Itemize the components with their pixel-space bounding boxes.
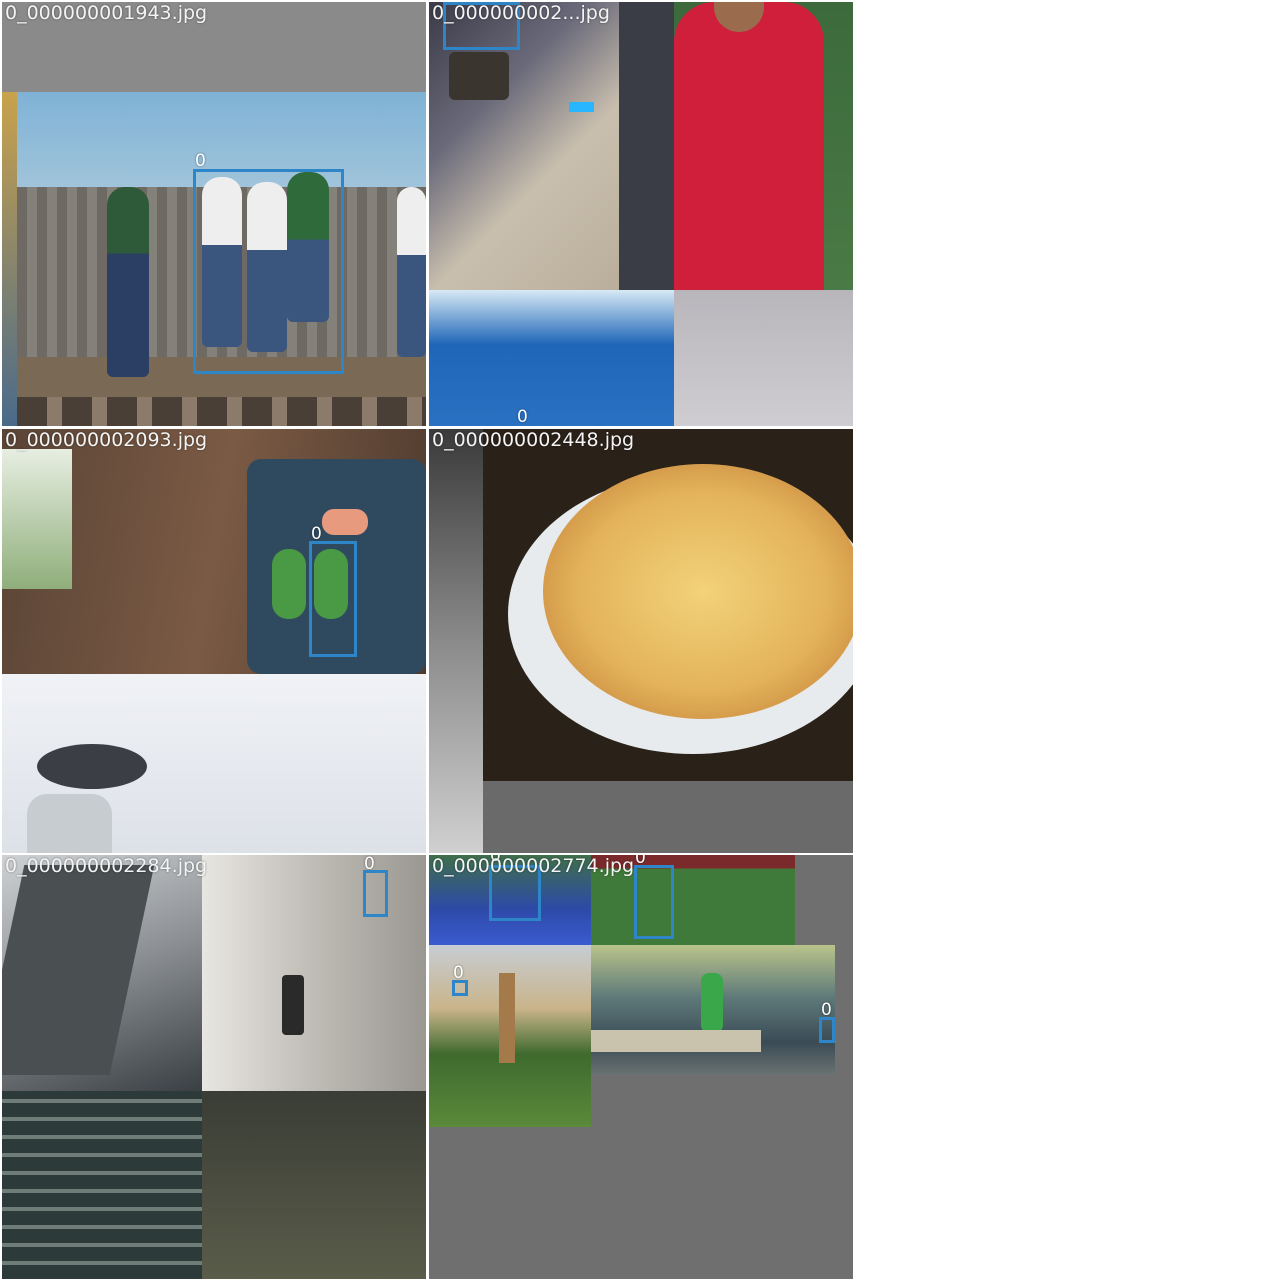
photo-skatepark	[591, 945, 835, 1075]
photo-stadium-seats	[2, 1091, 202, 1279]
mosaic-tile-2: 0 0_000000002...jpg	[429, 2, 853, 426]
flower-pot	[27, 794, 112, 853]
photo-white-wall	[2, 674, 426, 853]
giraffe-neck	[499, 973, 515, 1063]
scissors-handle	[272, 549, 306, 619]
photo-laptop	[2, 855, 202, 1091]
photo-door	[202, 855, 426, 1091]
bbox-class-label: 0	[453, 963, 464, 983]
ledge	[591, 1030, 761, 1052]
bounding-box	[309, 541, 357, 657]
grayscale-strip	[429, 429, 483, 853]
person-figure	[107, 187, 149, 377]
photo-tree	[202, 1091, 426, 1279]
mosaic-tile-1: 0 0_000000001943.jpg	[2, 2, 426, 426]
bounding-box	[193, 169, 344, 374]
plate-edge	[2, 449, 72, 589]
photo-wood-table	[2, 429, 426, 674]
scissors-handle	[322, 509, 368, 535]
bbox-class-label: 0	[635, 855, 646, 868]
dark-panel	[619, 2, 674, 290]
photo-red-shirt	[674, 2, 853, 290]
bbox-class-label: 0	[821, 1000, 832, 1020]
tile-filename: 0_000000002448.jpg	[432, 429, 635, 451]
plant-leaves	[37, 744, 147, 789]
bbox-class-label: 0	[364, 855, 375, 874]
tile-filename: 0_000000002284.jpg	[5, 855, 208, 877]
bounding-box	[363, 870, 388, 917]
tile-filename: 0_000000002774.jpg	[432, 855, 635, 877]
skater	[701, 973, 723, 1033]
light-glow	[569, 102, 594, 112]
red-shirt	[674, 2, 824, 290]
person-figure	[397, 187, 426, 357]
mosaic-grid: 0 0_000000001943.jpg 0 0_000000002...jpg	[0, 0, 854, 1280]
mosaic-tile-6: 0 0 0 0 0_000000002774.jpg	[429, 855, 853, 1279]
photo-bottom-strip	[17, 397, 426, 426]
photo-gray-wall	[674, 290, 853, 426]
bbox-class-label: 0	[195, 151, 206, 171]
tile-filename: 0_000000002093.jpg	[5, 429, 208, 451]
gray-padding	[483, 781, 853, 853]
door-handle	[282, 975, 304, 1035]
bbox-class-label: 0	[311, 524, 322, 544]
photo-pool	[429, 290, 674, 426]
mosaic-tile-4: 0_000000002448.jpg	[429, 429, 853, 853]
phone-object	[449, 52, 509, 100]
mosaic-tile-5: 0 0_000000002284.jpg	[2, 855, 426, 1279]
pizza	[543, 464, 853, 719]
bounding-box	[819, 1017, 835, 1043]
laptop-screen	[2, 865, 155, 1075]
bbox-class-label: 0	[517, 407, 528, 426]
edge-strip	[2, 92, 17, 426]
mosaic-tile-3: 0 0_000000002093.jpg	[2, 429, 426, 853]
tile-filename: 0_000000001943.jpg	[5, 2, 208, 24]
tile-filename: 0_000000002...jpg	[432, 2, 610, 24]
photo-pizza	[483, 429, 853, 781]
bounding-box	[634, 865, 674, 939]
